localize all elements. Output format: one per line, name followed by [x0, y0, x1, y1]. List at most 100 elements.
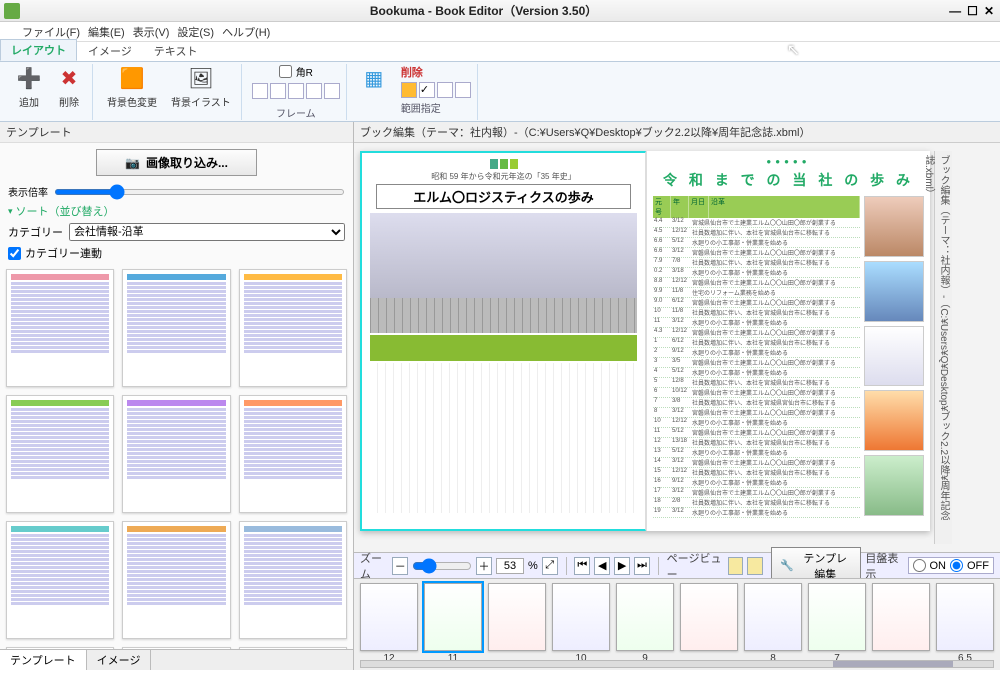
bgcolor-button[interactable]: 🟧背景色変更 [103, 64, 161, 111]
nav-last-button[interactable]: ⏭ [634, 557, 650, 575]
nav-first-button[interactable]: ⏮ [574, 557, 590, 575]
template-thumbnail[interactable] [6, 647, 114, 649]
side-image[interactable] [864, 326, 924, 387]
page-left[interactable]: 昭和 59 年から令和元年迄の「35 年史」 エルム〇ロジスティクスの歩み [360, 151, 646, 531]
side-image[interactable] [864, 196, 924, 257]
page-strip-item[interactable]: 7 [808, 583, 866, 664]
fit-button[interactable]: ⤢ [542, 557, 558, 575]
table-row: 9.911/8住宅のリフォーム業務を始める [653, 288, 860, 298]
bgcolor-icon: 🟧 [119, 66, 145, 92]
table-row: 6.65/12水廻りの小工事部・併業業を始める [653, 238, 860, 248]
frame-style-4[interactable] [306, 83, 322, 99]
template-thumbnail[interactable] [239, 521, 347, 639]
menu-file[interactable]: ファイル(F) [22, 24, 80, 40]
grid-on-radio[interactable] [913, 559, 926, 572]
page-thumbnail[interactable] [744, 583, 802, 651]
bottom-tab-image[interactable]: イメージ [87, 650, 152, 670]
frame-style-2[interactable] [270, 83, 286, 99]
history-table[interactable]: 元号 年 月日 沿革 4.43/12宮城県仙台市で土建業エルム〇〇山田〇郎が創業… [653, 196, 860, 516]
template-thumbnail[interactable] [239, 269, 347, 387]
pageview-single-button[interactable] [728, 557, 744, 575]
zoom-in-button[interactable]: ＋ [476, 557, 492, 575]
page-strip-scrollbar[interactable] [360, 660, 994, 668]
table-row: 113/12水廻りの小工事部・併業業を始める [653, 318, 860, 328]
bgillust-button[interactable]: 🖼背景イラスト [167, 64, 235, 111]
page-strip-item[interactable]: 10 [552, 583, 610, 664]
frame-style-1[interactable] [252, 83, 268, 99]
ribbon: ➕追加 ✖削除 🟧背景色変更 🖼背景イラスト 角R フレーム ▦ 削除 ✓ [0, 62, 1000, 122]
page-title: エルム〇ロジスティクスの歩み [376, 184, 631, 209]
table-row: 193/12水廻りの小工事部・併業業を始める [653, 508, 860, 518]
minimize-button[interactable]: — [949, 4, 961, 18]
page-thumbnail[interactable] [616, 583, 674, 651]
template-thumbnail[interactable] [122, 395, 230, 513]
grid-off-radio[interactable] [950, 559, 963, 572]
tab-image[interactable]: イメージ [77, 40, 143, 61]
nav-prev-button[interactable]: ◀ [594, 557, 610, 575]
page-strip-item[interactable]: 8 [744, 583, 802, 664]
page-strip-item[interactable] [872, 583, 930, 664]
page-thumbnail[interactable] [936, 583, 994, 651]
page-thumbnail[interactable] [680, 583, 738, 651]
add-button[interactable]: ➕追加 [12, 64, 46, 111]
category-link-checkbox[interactable] [8, 247, 21, 260]
corner-radius-checkbox[interactable] [279, 65, 292, 78]
page-strip-item[interactable] [488, 583, 546, 664]
maximize-button[interactable]: ☐ [967, 4, 978, 18]
page-strip-item[interactable]: 11 [424, 583, 482, 664]
menu-help[interactable]: ヘルプ(H) [222, 24, 270, 40]
zoom-slider[interactable] [412, 558, 472, 574]
page-strip-item[interactable]: 6 5 [936, 583, 994, 664]
range-opt-1[interactable] [401, 82, 417, 98]
range-opt-4[interactable] [455, 82, 471, 98]
menu-settings[interactable]: 設定(S) [177, 24, 214, 40]
thumbnail-zoom-slider[interactable] [54, 189, 345, 195]
page-thumbnail[interactable] [808, 583, 866, 651]
template-thumbnail[interactable] [6, 395, 114, 513]
menu-view[interactable]: 表示(V) [133, 24, 170, 40]
page-strip-item[interactable]: 9 [616, 583, 674, 664]
side-image[interactable] [864, 261, 924, 322]
import-image-button[interactable]: 画像取り込み... [96, 149, 257, 176]
template-thumbnail[interactable] [122, 269, 230, 387]
hero-photo[interactable] [370, 213, 637, 333]
page-spread[interactable]: 昭和 59 年から令和元年迄の「35 年史」 エルム〇ロジスティクスの歩み ●●… [360, 151, 930, 531]
page-right[interactable]: ●●●●● 令 和 ま で の 当 社 の 歩 み 元号 年 月日 沿革 4.4… [646, 151, 930, 531]
page-thumbnail[interactable] [360, 583, 418, 651]
body-text-area[interactable] [370, 363, 637, 513]
side-image[interactable] [864, 390, 924, 451]
page-thumbnail[interactable] [488, 583, 546, 651]
template-thumbnail[interactable] [6, 269, 114, 387]
tab-text[interactable]: テキスト [143, 40, 209, 61]
range-opt-3[interactable] [437, 82, 453, 98]
menu-edit[interactable]: 編集(E) [88, 24, 125, 40]
page-thumbnail[interactable] [552, 583, 610, 651]
zoom-value-input[interactable] [496, 558, 524, 574]
side-image[interactable] [864, 455, 924, 516]
page-strip-item[interactable]: 12 [360, 583, 418, 664]
page-thumbnail-strip[interactable]: 1211 10987 6 5 [354, 578, 1000, 670]
zoom-out-button[interactable]: － [392, 557, 408, 575]
tab-layout[interactable]: レイアウト [0, 39, 77, 61]
range-opt-2[interactable]: ✓ [419, 82, 435, 98]
page-strip-item[interactable] [680, 583, 738, 664]
frame-style-5[interactable] [324, 83, 340, 99]
template-thumbnail[interactable] [6, 521, 114, 639]
bottom-tab-template[interactable]: テンプレート [0, 650, 87, 670]
category-select[interactable]: 会社情報-沿革 [69, 223, 345, 241]
frame-style-3[interactable] [288, 83, 304, 99]
close-button[interactable]: ✕ [984, 4, 994, 18]
template-thumbnail[interactable] [122, 647, 230, 649]
nav-next-button[interactable]: ▶ [614, 557, 630, 575]
range-select-button[interactable]: ▦ [357, 64, 391, 94]
template-thumbnail[interactable] [239, 647, 347, 649]
sort-toggle[interactable]: ソート（並び替え） [0, 201, 353, 221]
scrollbar-handle[interactable] [833, 661, 953, 667]
template-thumbnail[interactable] [239, 395, 347, 513]
page-thumbnail[interactable] [424, 583, 482, 651]
template-list[interactable] [0, 263, 353, 649]
template-thumbnail[interactable] [122, 521, 230, 639]
pageview-spread-button[interactable] [747, 557, 763, 575]
page-thumbnail[interactable] [872, 583, 930, 651]
delete-button[interactable]: ✖削除 [52, 64, 86, 111]
